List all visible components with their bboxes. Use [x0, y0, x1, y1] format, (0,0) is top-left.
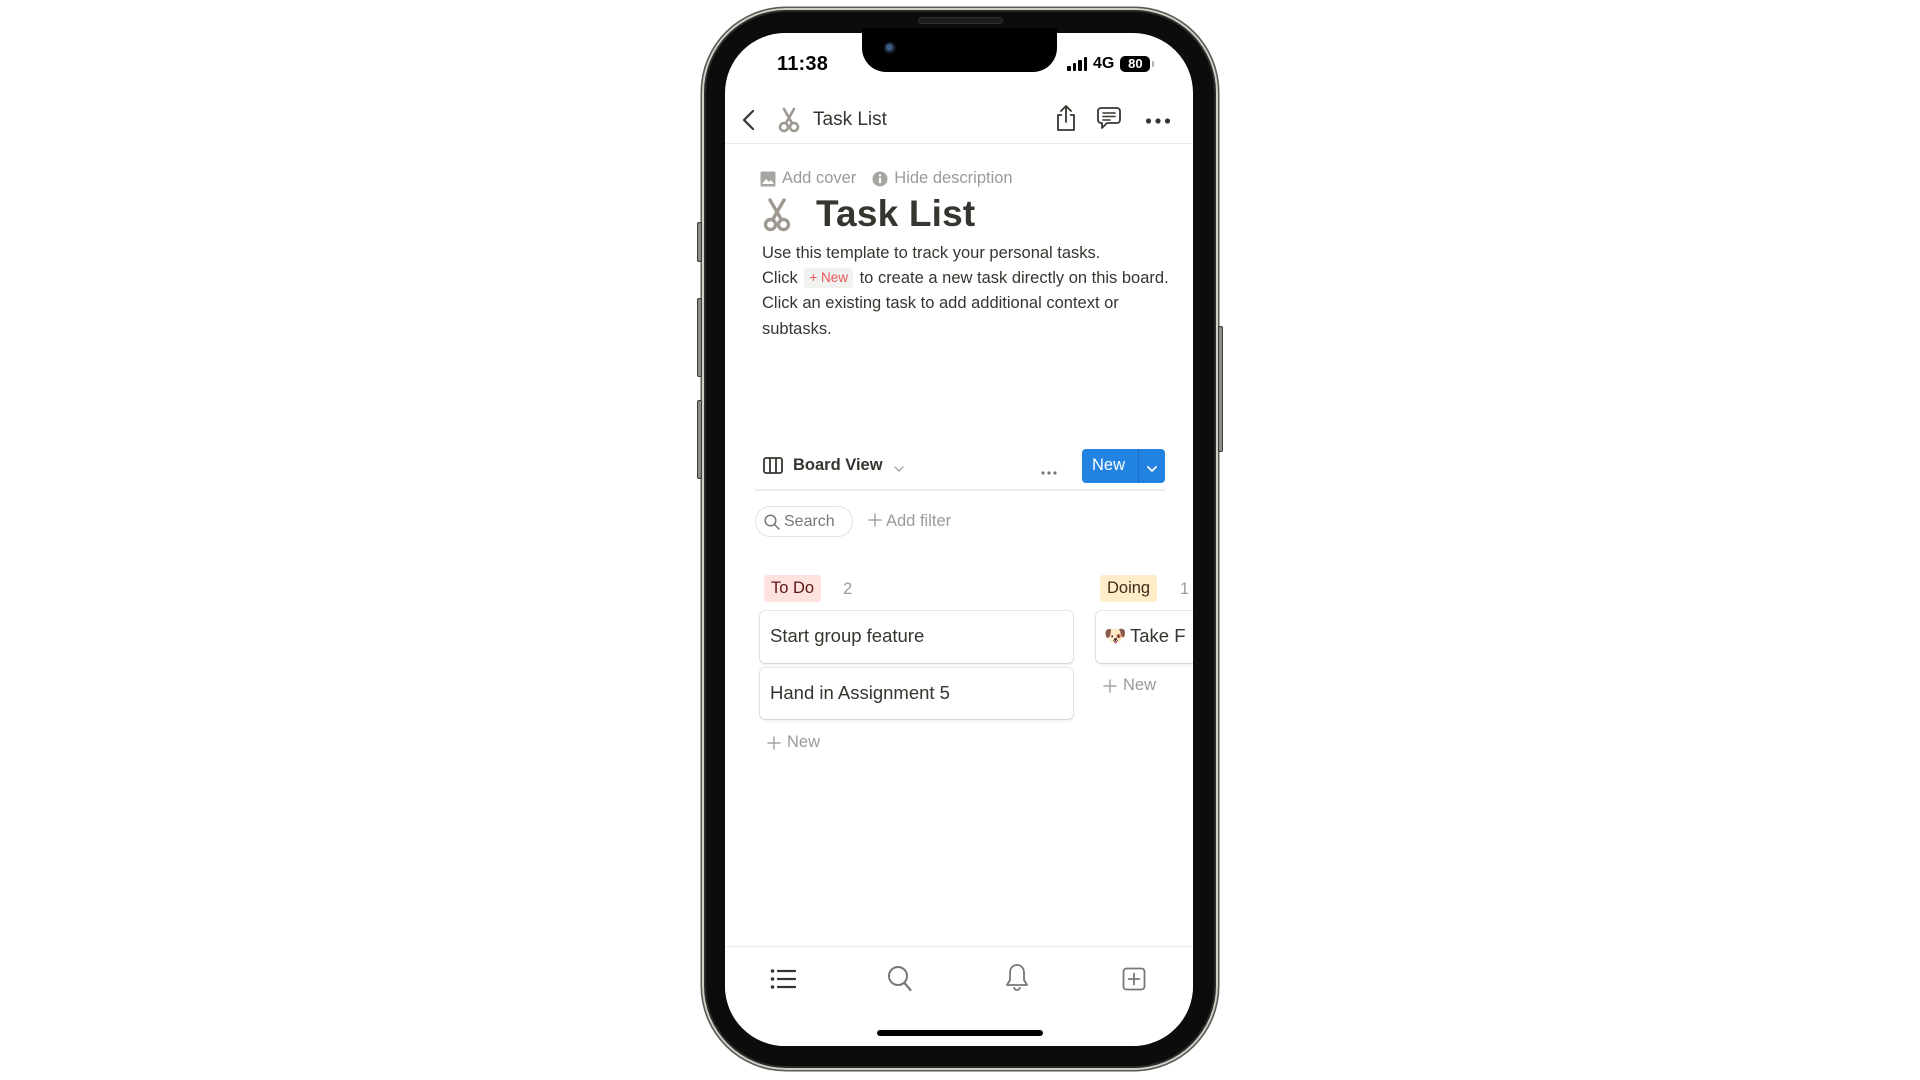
image-icon — [760, 171, 776, 187]
search-button[interactable]: Search — [755, 506, 853, 537]
more-horizontal-icon[interactable] — [1145, 113, 1171, 124]
new-button-label: New — [1092, 456, 1126, 474]
hide-description-label: Hide description — [894, 169, 1013, 187]
phone-screen: 11:38 4G 80 Task List Add cover Hide des… — [725, 33, 1193, 1046]
page-title: Task List — [816, 193, 976, 234]
add-card-label: New — [787, 733, 821, 751]
dog-face-icon: 🐶 — [1104, 626, 1127, 646]
share-icon[interactable] — [1055, 103, 1077, 133]
add-cover-label: Add cover — [782, 169, 857, 187]
page-meta-actions: Add cover Hide description — [760, 169, 1029, 188]
task-card[interactable]: Start group feature — [760, 611, 1073, 663]
view-divider — [755, 489, 1165, 491]
plus-icon — [868, 513, 882, 527]
add-page-icon[interactable] — [1122, 967, 1146, 991]
comment-icon[interactable] — [1096, 105, 1122, 131]
add-cover-button[interactable]: Add cover — [760, 169, 856, 188]
task-card[interactable]: Hand in Assignment 5 — [760, 668, 1073, 719]
plus-icon — [1103, 678, 1117, 693]
description-line-3: Click an existing task to add additional… — [762, 294, 1119, 338]
scissors-icon — [778, 107, 800, 133]
add-card-label: New — [1123, 676, 1157, 694]
view-name: Board View — [793, 456, 883, 474]
chevron-down-icon — [893, 461, 905, 472]
page-description: Use this template to track your personal… — [762, 241, 1182, 342]
add-filter-label: Add filter — [886, 512, 952, 530]
plus-icon — [767, 735, 781, 750]
top-nav-bar: Task List — [725, 99, 1193, 143]
column-count-doing: 1 — [1180, 580, 1190, 598]
new-button-separator — [1138, 449, 1139, 483]
status-indicators: 4G 80 — [1067, 55, 1155, 73]
home-indicator[interactable] — [877, 1030, 1043, 1036]
hide-description-button[interactable]: Hide description — [872, 169, 1013, 188]
nav-divider — [725, 143, 1193, 144]
info-icon — [872, 171, 888, 187]
add-card-button-todo[interactable]: New — [767, 733, 820, 752]
page-scissors-icon[interactable] — [763, 198, 791, 232]
search-icon — [764, 514, 780, 530]
signal-icon — [1067, 57, 1087, 71]
status-time: 11:38 — [777, 53, 829, 75]
search-icon[interactable] — [887, 965, 913, 993]
task-card[interactable]: 🐶 Take F — [1096, 611, 1193, 663]
task-card-title: Hand in Assignment 5 — [770, 682, 950, 703]
search-label: Search — [784, 513, 835, 530]
battery-icon: 80 — [1120, 56, 1155, 72]
chevron-left-icon[interactable] — [737, 107, 761, 133]
status-tag-todo: To Do — [764, 575, 822, 602]
network-type: 4G — [1093, 55, 1115, 72]
power-button — [1218, 326, 1223, 452]
silent-switch — [697, 222, 702, 262]
inline-new-chip: + New — [804, 268, 853, 289]
bell-icon[interactable] — [1005, 963, 1029, 993]
description-line-2: Click + New to create a new task directl… — [762, 268, 1169, 289]
view-more-icon[interactable] — [1040, 463, 1058, 475]
earpiece-speaker — [918, 17, 1003, 24]
task-card-title: Take F — [1130, 625, 1186, 646]
description-line-1: Use this template to track your personal… — [762, 244, 1101, 262]
list-icon[interactable] — [770, 967, 797, 991]
nav-title: Task List — [813, 109, 887, 130]
new-button[interactable]: New — [1082, 449, 1165, 483]
column-count-todo: 2 — [843, 580, 853, 598]
add-filter-button[interactable]: Add filter — [868, 512, 951, 531]
volume-up-button — [697, 298, 702, 377]
front-camera — [884, 42, 896, 54]
add-card-button-doing[interactable]: New — [1103, 676, 1156, 695]
volume-down-button — [697, 400, 702, 479]
status-tag-doing: Doing — [1100, 575, 1158, 602]
new-options-chevron-icon[interactable] — [1145, 461, 1159, 472]
task-card-title: Start group feature — [770, 625, 925, 646]
board-columns-icon — [763, 457, 783, 474]
